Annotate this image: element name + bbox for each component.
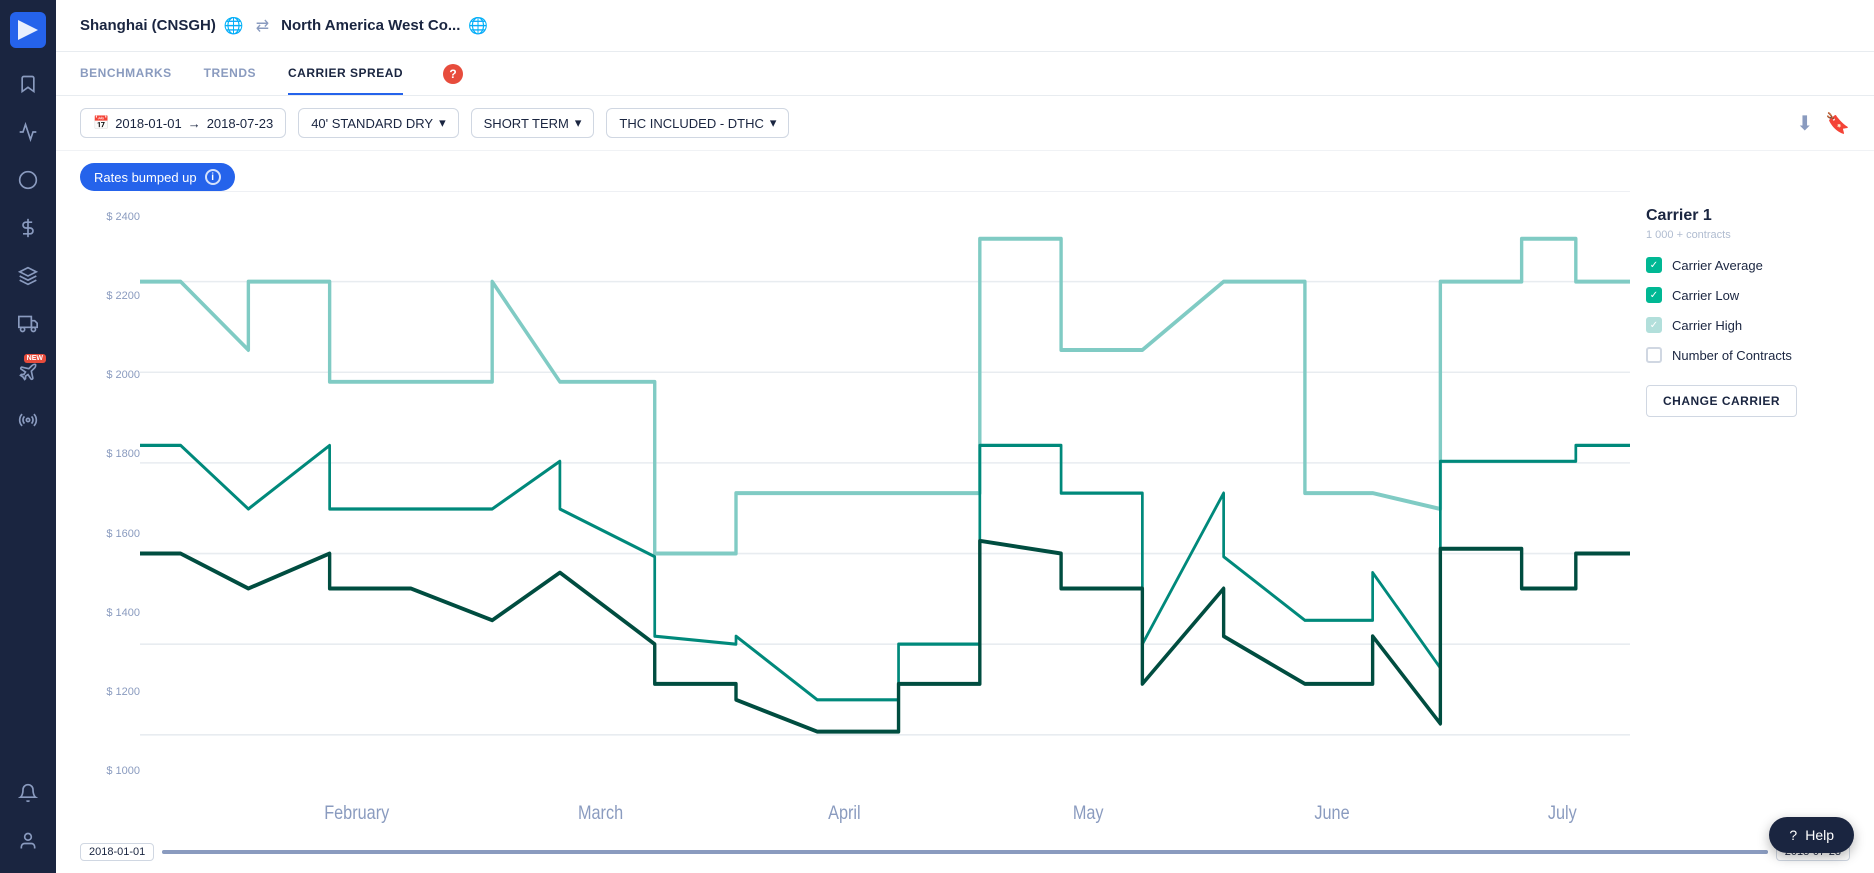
number-of-contracts-checkbox[interactable]	[1646, 347, 1662, 363]
sidebar-item-layers[interactable]	[8, 256, 48, 296]
destination-globe-icon: 🌐	[468, 16, 488, 36]
sidebar-item-bookmark[interactable]	[8, 64, 48, 104]
change-carrier-button[interactable]: CHANGE CARRIER	[1646, 385, 1797, 417]
carrier-high-label: Carrier High	[1672, 318, 1742, 333]
sidebar-item-truck[interactable]	[8, 304, 48, 344]
help-circle-icon: ?	[1789, 827, 1797, 843]
container-type-label: 40' STANDARD DRY	[311, 116, 433, 131]
container-type-dropdown[interactable]: 40' STANDARD DRY ▾	[298, 108, 458, 138]
sidebar-item-trends[interactable]	[8, 112, 48, 152]
destination-name: North America West Co...	[281, 17, 460, 34]
chart-legend: Carrier 1 1 000 + contracts ✓ Carrier Av…	[1630, 191, 1850, 827]
new-badge: NEW	[24, 354, 46, 363]
chevron-down-icon: ▾	[439, 115, 446, 131]
tab-bar: BENCHMARKS TRENDS CARRIER SPREAD ?	[56, 52, 1874, 96]
chevron-down-icon: ▾	[575, 115, 582, 131]
number-of-contracts-label: Number of Contracts	[1672, 348, 1792, 363]
carrier-title: Carrier 1	[1646, 207, 1834, 225]
download-icon[interactable]: ⬇	[1796, 111, 1813, 136]
carrier-average-line	[140, 445, 1630, 699]
y-label-1000: $ 1000	[80, 765, 140, 777]
tab-carrier-spread[interactable]: CARRIER SPREAD	[288, 52, 403, 95]
toolbar-actions: ⬇ 🔖	[1796, 111, 1850, 136]
svg-text:May: May	[1073, 802, 1104, 824]
range-start-handle[interactable]: 2018-01-01	[80, 843, 154, 861]
carrier-high-line	[140, 239, 1630, 554]
carrier-low-checkbox[interactable]: ✓	[1646, 287, 1662, 303]
carrier-low-line	[140, 541, 1630, 732]
legend-carrier-low[interactable]: ✓ Carrier Low	[1646, 287, 1834, 303]
y-label-1400: $ 1400	[80, 607, 140, 619]
date-range-picker[interactable]: 📅 2018-01-01 → 2018-07-23	[80, 108, 286, 138]
legend-carrier-high[interactable]: ✓ Carrier High	[1646, 317, 1834, 333]
sidebar: NEW	[0, 0, 56, 873]
sidebar-item-plane[interactable]: NEW	[8, 352, 48, 392]
y-label-1200: $ 1200	[80, 686, 140, 698]
main-chart: February March April May June July	[140, 191, 1630, 827]
carrier-average-checkbox[interactable]: ✓	[1646, 257, 1662, 273]
date-arrow-icon: →	[188, 116, 201, 131]
help-label: Help	[1805, 827, 1834, 843]
carrier-average-label: Carrier Average	[1672, 258, 1763, 273]
y-label-2000: $ 2000	[80, 369, 140, 381]
legend-number-of-contracts[interactable]: Number of Contracts	[1646, 347, 1834, 363]
range-slider: 2018-01-01 2018-07-23	[56, 835, 1874, 873]
y-axis: $ 2400 $ 2200 $ 2000 $ 1800 $ 1600 $ 140…	[80, 191, 140, 827]
svg-text:March: March	[578, 802, 623, 824]
app-logo[interactable]	[10, 12, 46, 48]
charges-label: THC INCLUDED - DTHC	[619, 116, 763, 131]
tab-benchmarks[interactable]: BENCHMARKS	[80, 52, 172, 95]
sidebar-item-user[interactable]	[8, 821, 48, 861]
carrier-low-label: Carrier Low	[1672, 288, 1739, 303]
header: Shanghai (CNSGH) 🌐 ⇄ North America West …	[56, 0, 1874, 52]
tab-trends[interactable]: TRENDS	[204, 52, 256, 95]
y-label-2400: $ 2400	[80, 211, 140, 223]
sidebar-item-bell[interactable]	[8, 773, 48, 813]
carrier-high-checkbox[interactable]: ✓	[1646, 317, 1662, 333]
route-arrow-icon: ⇄	[256, 16, 269, 36]
origin-route: Shanghai (CNSGH) 🌐	[80, 16, 244, 36]
origin-globe-icon: 🌐	[224, 16, 244, 36]
help-button[interactable]: ? Help	[1769, 817, 1854, 853]
date-end: 2018-07-23	[207, 116, 274, 131]
range-track[interactable]	[162, 850, 1767, 854]
sidebar-item-dollar[interactable]	[8, 208, 48, 248]
sidebar-item-signal[interactable]	[8, 400, 48, 440]
rates-bumped-banner[interactable]: Rates bumped up i	[80, 163, 235, 191]
origin-name: Shanghai (CNSGH)	[80, 17, 216, 34]
chevron-down-icon: ▾	[770, 115, 777, 131]
main-content: Shanghai (CNSGH) 🌐 ⇄ North America West …	[56, 0, 1874, 873]
sidebar-item-circle[interactable]	[8, 160, 48, 200]
legend-carrier-average[interactable]: ✓ Carrier Average	[1646, 257, 1834, 273]
y-label-1600: $ 1600	[80, 528, 140, 540]
svg-text:June: June	[1314, 802, 1349, 824]
toolbar: 📅 2018-01-01 → 2018-07-23 40' STANDARD D…	[56, 96, 1874, 151]
svg-text:February: February	[324, 802, 389, 824]
chart-area: $ 2400 $ 2200 $ 2000 $ 1800 $ 1600 $ 140…	[56, 191, 1874, 835]
y-label-1800: $ 1800	[80, 448, 140, 460]
chart-svg-container: February March April May June July	[140, 191, 1630, 827]
charges-dropdown[interactable]: THC INCLUDED - DTHC ▾	[606, 108, 789, 138]
date-start: 2018-01-01	[115, 116, 182, 131]
rates-bumped-label: Rates bumped up	[94, 170, 197, 185]
contracts-subtitle: 1 000 + contracts	[1646, 229, 1834, 241]
svg-text:April: April	[828, 802, 861, 824]
rates-info-icon[interactable]: i	[205, 169, 221, 185]
term-dropdown[interactable]: SHORT TERM ▾	[471, 108, 595, 138]
range-fill	[162, 850, 1767, 854]
calendar-icon: 📅	[93, 115, 109, 131]
help-question-icon[interactable]: ?	[443, 64, 463, 84]
bookmark-icon[interactable]: 🔖	[1825, 111, 1850, 136]
y-label-2200: $ 2200	[80, 290, 140, 302]
destination-route: North America West Co... 🌐	[281, 16, 488, 36]
term-label: SHORT TERM	[484, 116, 569, 131]
svg-text:July: July	[1548, 802, 1577, 824]
